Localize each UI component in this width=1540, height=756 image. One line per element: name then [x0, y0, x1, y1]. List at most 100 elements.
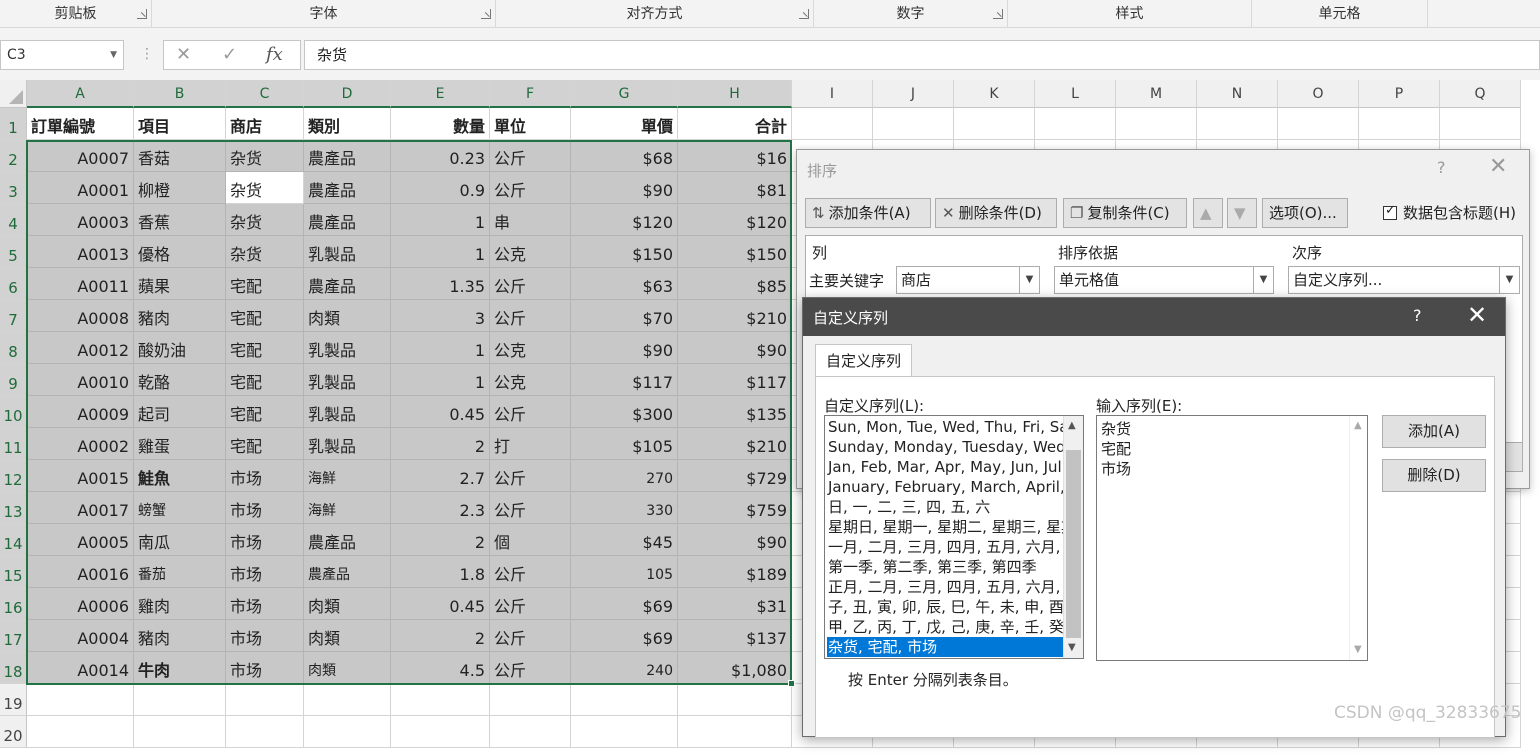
list-item[interactable]: 星期日, 星期一, 星期二, 星期三, 星期四 [827, 517, 1063, 537]
cell[interactable]: 市场 [226, 620, 304, 652]
row-header[interactable]: 19 [0, 684, 27, 716]
cell[interactable]: A0016 [27, 556, 134, 588]
chevron-up-icon[interactable]: ▲ [1068, 420, 1076, 431]
cell[interactable] [873, 108, 954, 140]
list-item[interactable]: Sunday, Monday, Tuesday, Wednesday [827, 437, 1063, 457]
cell[interactable]: 項目 [134, 108, 226, 140]
cell[interactable]: $70 [571, 300, 678, 332]
cell[interactable]: 公斤 [490, 396, 571, 428]
row-header[interactable]: 12 [0, 460, 27, 492]
cell[interactable]: 市场 [226, 556, 304, 588]
move-up-button[interactable]: ▲ [1193, 198, 1223, 228]
fill-handle[interactable] [788, 680, 795, 687]
column-header-c[interactable]: C [226, 80, 304, 108]
help-button[interactable]: ? [1413, 306, 1422, 325]
cell[interactable]: $120 [571, 204, 678, 236]
cell[interactable]: 公斤 [490, 300, 571, 332]
dialog-launcher-icon[interactable] [993, 9, 1003, 19]
list-item[interactable]: January, February, March, April, May [827, 477, 1063, 497]
cell[interactable]: A0015 [27, 460, 134, 492]
cell[interactable] [27, 684, 134, 716]
cell[interactable]: 宅配 [226, 268, 304, 300]
cell[interactable] [792, 108, 873, 140]
cell[interactable]: 宅配 [226, 396, 304, 428]
column-header-a[interactable]: A [27, 80, 134, 108]
row-header[interactable]: 5 [0, 236, 27, 268]
cell[interactable]: 海鮮 [304, 492, 391, 524]
cell[interactable]: 豬肉 [134, 620, 226, 652]
cell[interactable]: 杂货 [226, 140, 304, 172]
cell[interactable]: $135 [678, 396, 792, 428]
cell[interactable]: A0003 [27, 204, 134, 236]
row-header[interactable]: 1 [0, 108, 27, 140]
cell[interactable]: 農產品 [304, 268, 391, 300]
cell[interactable] [678, 716, 792, 748]
cell[interactable]: 雞肉 [134, 588, 226, 620]
cell[interactable]: 1.8 [391, 556, 490, 588]
cell[interactable] [954, 108, 1035, 140]
cell[interactable]: $137 [678, 620, 792, 652]
cell[interactable]: 0.23 [391, 140, 490, 172]
cell[interactable]: A0010 [27, 364, 134, 396]
cell[interactable]: 農產品 [304, 140, 391, 172]
list-entries-textarea[interactable]: 杂货 宅配 市场 ▲ ▼ [1096, 415, 1368, 661]
cell[interactable]: $69 [571, 588, 678, 620]
row-header[interactable]: 11 [0, 428, 27, 460]
cell[interactable]: 宅配 [226, 364, 304, 396]
formula-input[interactable]: 杂货 [304, 40, 1540, 70]
column-select[interactable]: 商店 ▼ [896, 266, 1040, 294]
cell[interactable]: 1 [391, 204, 490, 236]
cell[interactable]: 公斤 [490, 652, 571, 684]
cell[interactable]: 農產品 [304, 172, 391, 204]
cell[interactable]: 優格 [134, 236, 226, 268]
help-button[interactable]: ? [1437, 158, 1446, 177]
cell[interactable]: 酸奶油 [134, 332, 226, 364]
cell[interactable]: $117 [678, 364, 792, 396]
column-header-f[interactable]: F [490, 80, 571, 108]
custom-lists-listbox[interactable]: Sun, Mon, Tue, Wed, Thu, Fri, Sat Sunday,… [824, 415, 1084, 659]
cell[interactable] [391, 684, 490, 716]
row-header[interactable]: 8 [0, 332, 27, 364]
cell[interactable]: $1,080 [678, 652, 792, 684]
cell[interactable]: 1.35 [391, 268, 490, 300]
cell[interactable]: $300 [571, 396, 678, 428]
order-select[interactable]: 自定义序列... ▼ [1288, 266, 1520, 294]
chevron-down-icon[interactable]: ▼ [1068, 642, 1076, 653]
cell[interactable]: $120 [678, 204, 792, 236]
cell[interactable]: 柳橙 [134, 172, 226, 204]
cell[interactable]: 單價 [571, 108, 678, 140]
check-icon[interactable]: ✓ [222, 44, 237, 65]
cell[interactable]: 肉類 [304, 620, 391, 652]
cell[interactable] [1359, 108, 1440, 140]
cell[interactable]: 杂货 [226, 172, 304, 204]
cell[interactable]: 牛肉 [134, 652, 226, 684]
chevron-down-icon[interactable]: ▼ [1019, 267, 1039, 293]
cell[interactable]: $81 [678, 172, 792, 204]
row-header[interactable]: 20 [0, 716, 27, 748]
row-header[interactable]: 6 [0, 268, 27, 300]
cell[interactable]: $85 [678, 268, 792, 300]
sort-on-select[interactable]: 单元格值 ▼ [1054, 266, 1274, 294]
cell[interactable]: 宅配 [226, 428, 304, 460]
cell[interactable]: 1 [391, 332, 490, 364]
cell[interactable]: A0007 [27, 140, 134, 172]
cell[interactable]: $90 [571, 172, 678, 204]
cell[interactable]: $31 [678, 588, 792, 620]
cancel-icon[interactable]: ✕ [176, 44, 191, 65]
select-all-button[interactable] [0, 80, 27, 108]
add-level-button[interactable]: ⇅ 添加条件(A) [805, 198, 931, 228]
chevron-down-icon[interactable]: ▼ [1499, 267, 1519, 293]
cell[interactable]: $189 [678, 556, 792, 588]
cell[interactable]: 數量 [391, 108, 490, 140]
row-header[interactable]: 13 [0, 492, 27, 524]
cell[interactable]: 1 [391, 236, 490, 268]
dialog-launcher-icon[interactable] [137, 9, 147, 19]
cell[interactable] [571, 716, 678, 748]
list-item[interactable]: 第一季, 第二季, 第三季, 第四季 [827, 557, 1063, 577]
column-header-m[interactable]: M [1116, 80, 1197, 108]
cell[interactable]: 串 [490, 204, 571, 236]
cell[interactable]: 330 [571, 492, 678, 524]
move-down-button[interactable]: ▼ [1227, 198, 1257, 228]
cell[interactable]: A0006 [27, 588, 134, 620]
delete-level-button[interactable]: ✕ 删除条件(D) [935, 198, 1057, 228]
